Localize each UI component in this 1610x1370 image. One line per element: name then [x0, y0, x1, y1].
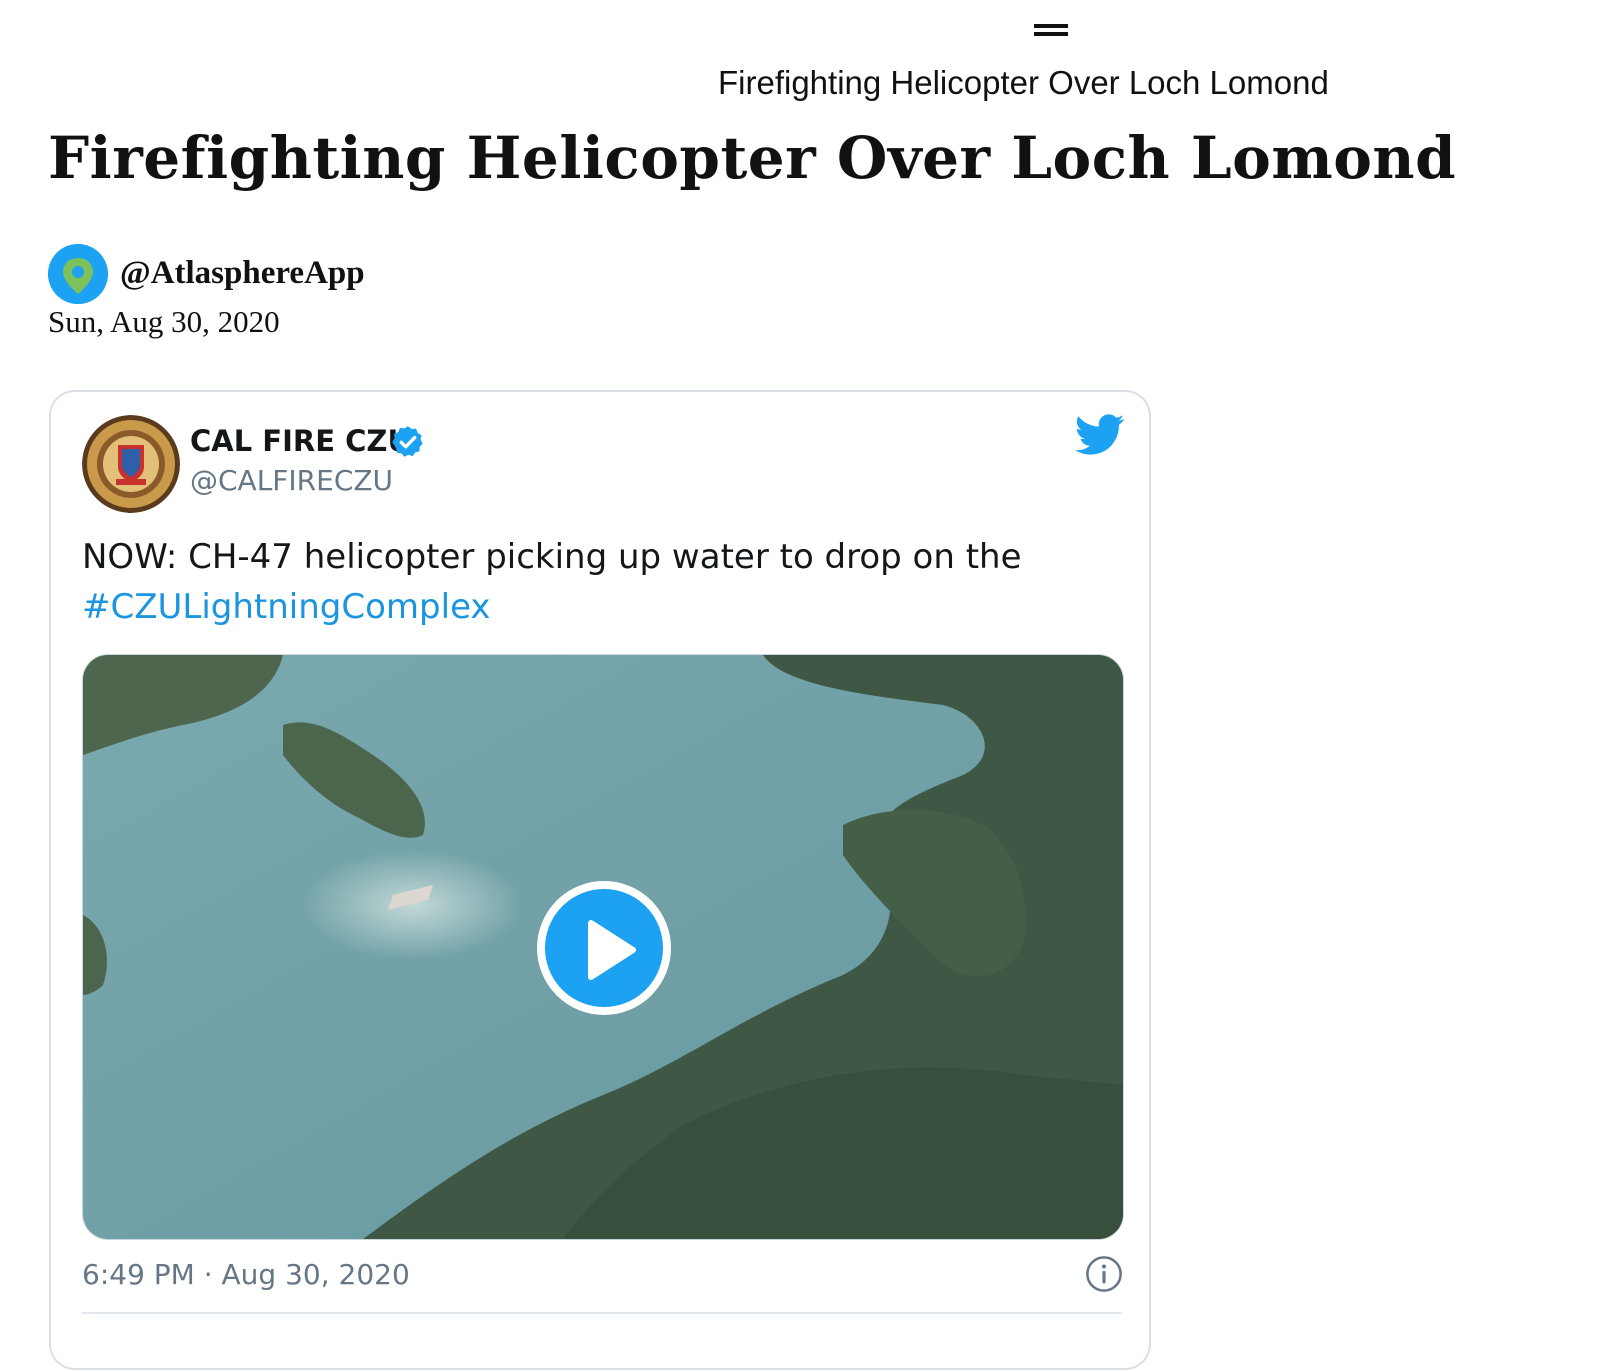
card-divider	[82, 1312, 1122, 1314]
tweet-text: NOW: CH-47 helicopter picking up water t…	[82, 532, 1122, 632]
tweet-body: NOW: CH-47 helicopter picking up water t…	[82, 537, 1022, 577]
hashtag-link[interactable]: #CZULightningComplex	[82, 587, 491, 627]
info-icon[interactable]	[1085, 1255, 1123, 1293]
verified-badge-icon	[392, 426, 423, 457]
play-button[interactable]	[537, 881, 671, 1015]
author-handle-link[interactable]: @AtlasphereApp	[120, 255, 365, 292]
video-player[interactable]	[82, 654, 1124, 1240]
header-title: Firefighting Helicopter Over Loch Lomond	[718, 64, 1329, 101]
page-title: Firefighting Helicopter Over Loch Lomond	[48, 124, 1457, 192]
atlasphere-logo-icon[interactable]	[48, 244, 108, 304]
tweet-author-handle[interactable]: @CALFIRECZU	[190, 464, 393, 497]
twitter-bird-icon[interactable]	[1075, 414, 1125, 456]
cal-fire-seal-avatar[interactable]	[82, 415, 180, 513]
post-date: Sun, Aug 30, 2020	[48, 304, 280, 339]
tweet-author-name[interactable]: CAL FIRE CZU	[190, 424, 411, 458]
play-icon	[588, 920, 636, 980]
embedded-tweet-card[interactable]: CAL FIRE CZU @CALFIRECZU NOW: CH-47 heli…	[49, 390, 1151, 1370]
tweet-timestamp[interactable]: 6:49 PM · Aug 30, 2020	[82, 1258, 410, 1291]
hamburger-menu-icon[interactable]	[1034, 22, 1068, 36]
